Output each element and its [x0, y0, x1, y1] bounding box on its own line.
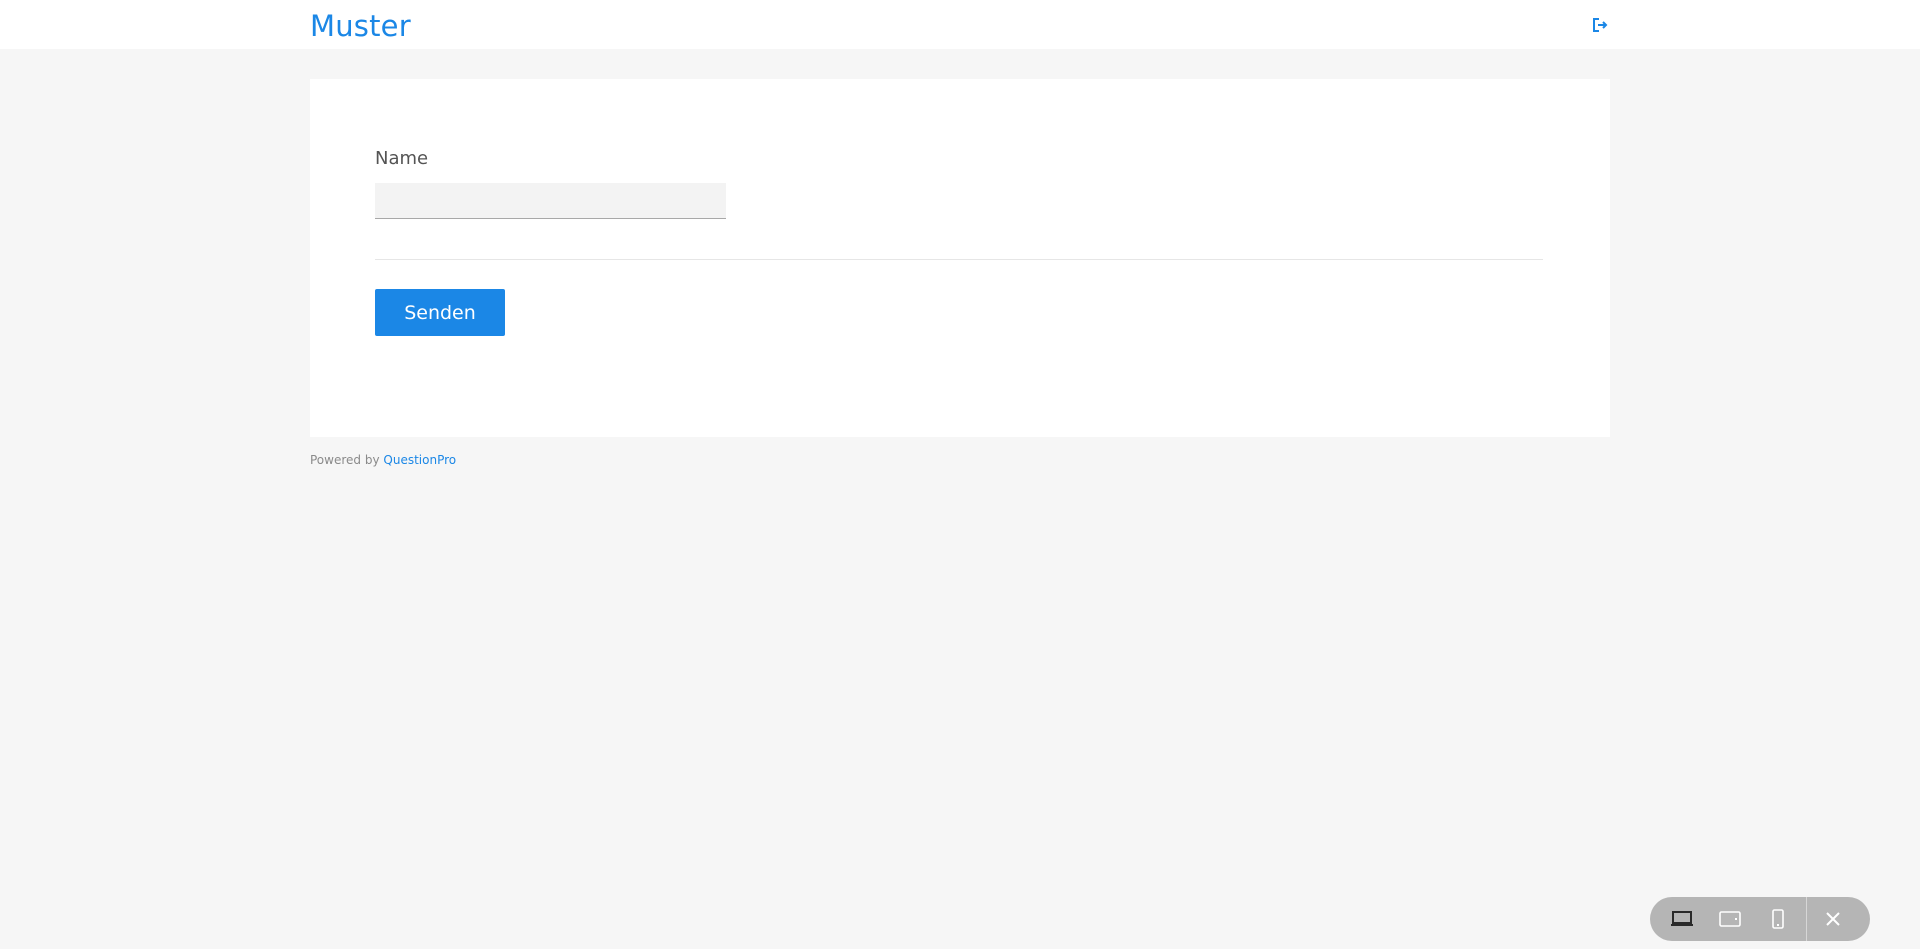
close-icon [1826, 912, 1840, 926]
footer: Powered by QuestionPro [310, 453, 456, 467]
exit-button[interactable] [1590, 15, 1610, 35]
name-input[interactable] [375, 183, 726, 219]
survey-title: Muster [310, 9, 411, 43]
tablet-icon [1719, 911, 1741, 927]
divider [375, 259, 1543, 260]
exit-icon [1593, 18, 1608, 32]
device-toolbar [1650, 897, 1870, 941]
submit-button[interactable]: Senden [375, 289, 505, 336]
tablet-view-button[interactable] [1706, 897, 1754, 941]
name-label: Name [375, 148, 429, 169]
questionpro-link[interactable]: QuestionPro [383, 453, 456, 467]
desktop-view-button[interactable] [1658, 897, 1706, 941]
survey-card: Name Senden [310, 79, 1610, 437]
toolbar-separator [1806, 897, 1807, 941]
desktop-icon [1671, 911, 1693, 926]
powered-by-text: Powered by [310, 453, 380, 467]
close-toolbar-button[interactable] [1809, 897, 1857, 941]
header: Muster [0, 0, 1920, 49]
mobile-icon [1772, 909, 1784, 929]
mobile-view-button[interactable] [1754, 897, 1802, 941]
